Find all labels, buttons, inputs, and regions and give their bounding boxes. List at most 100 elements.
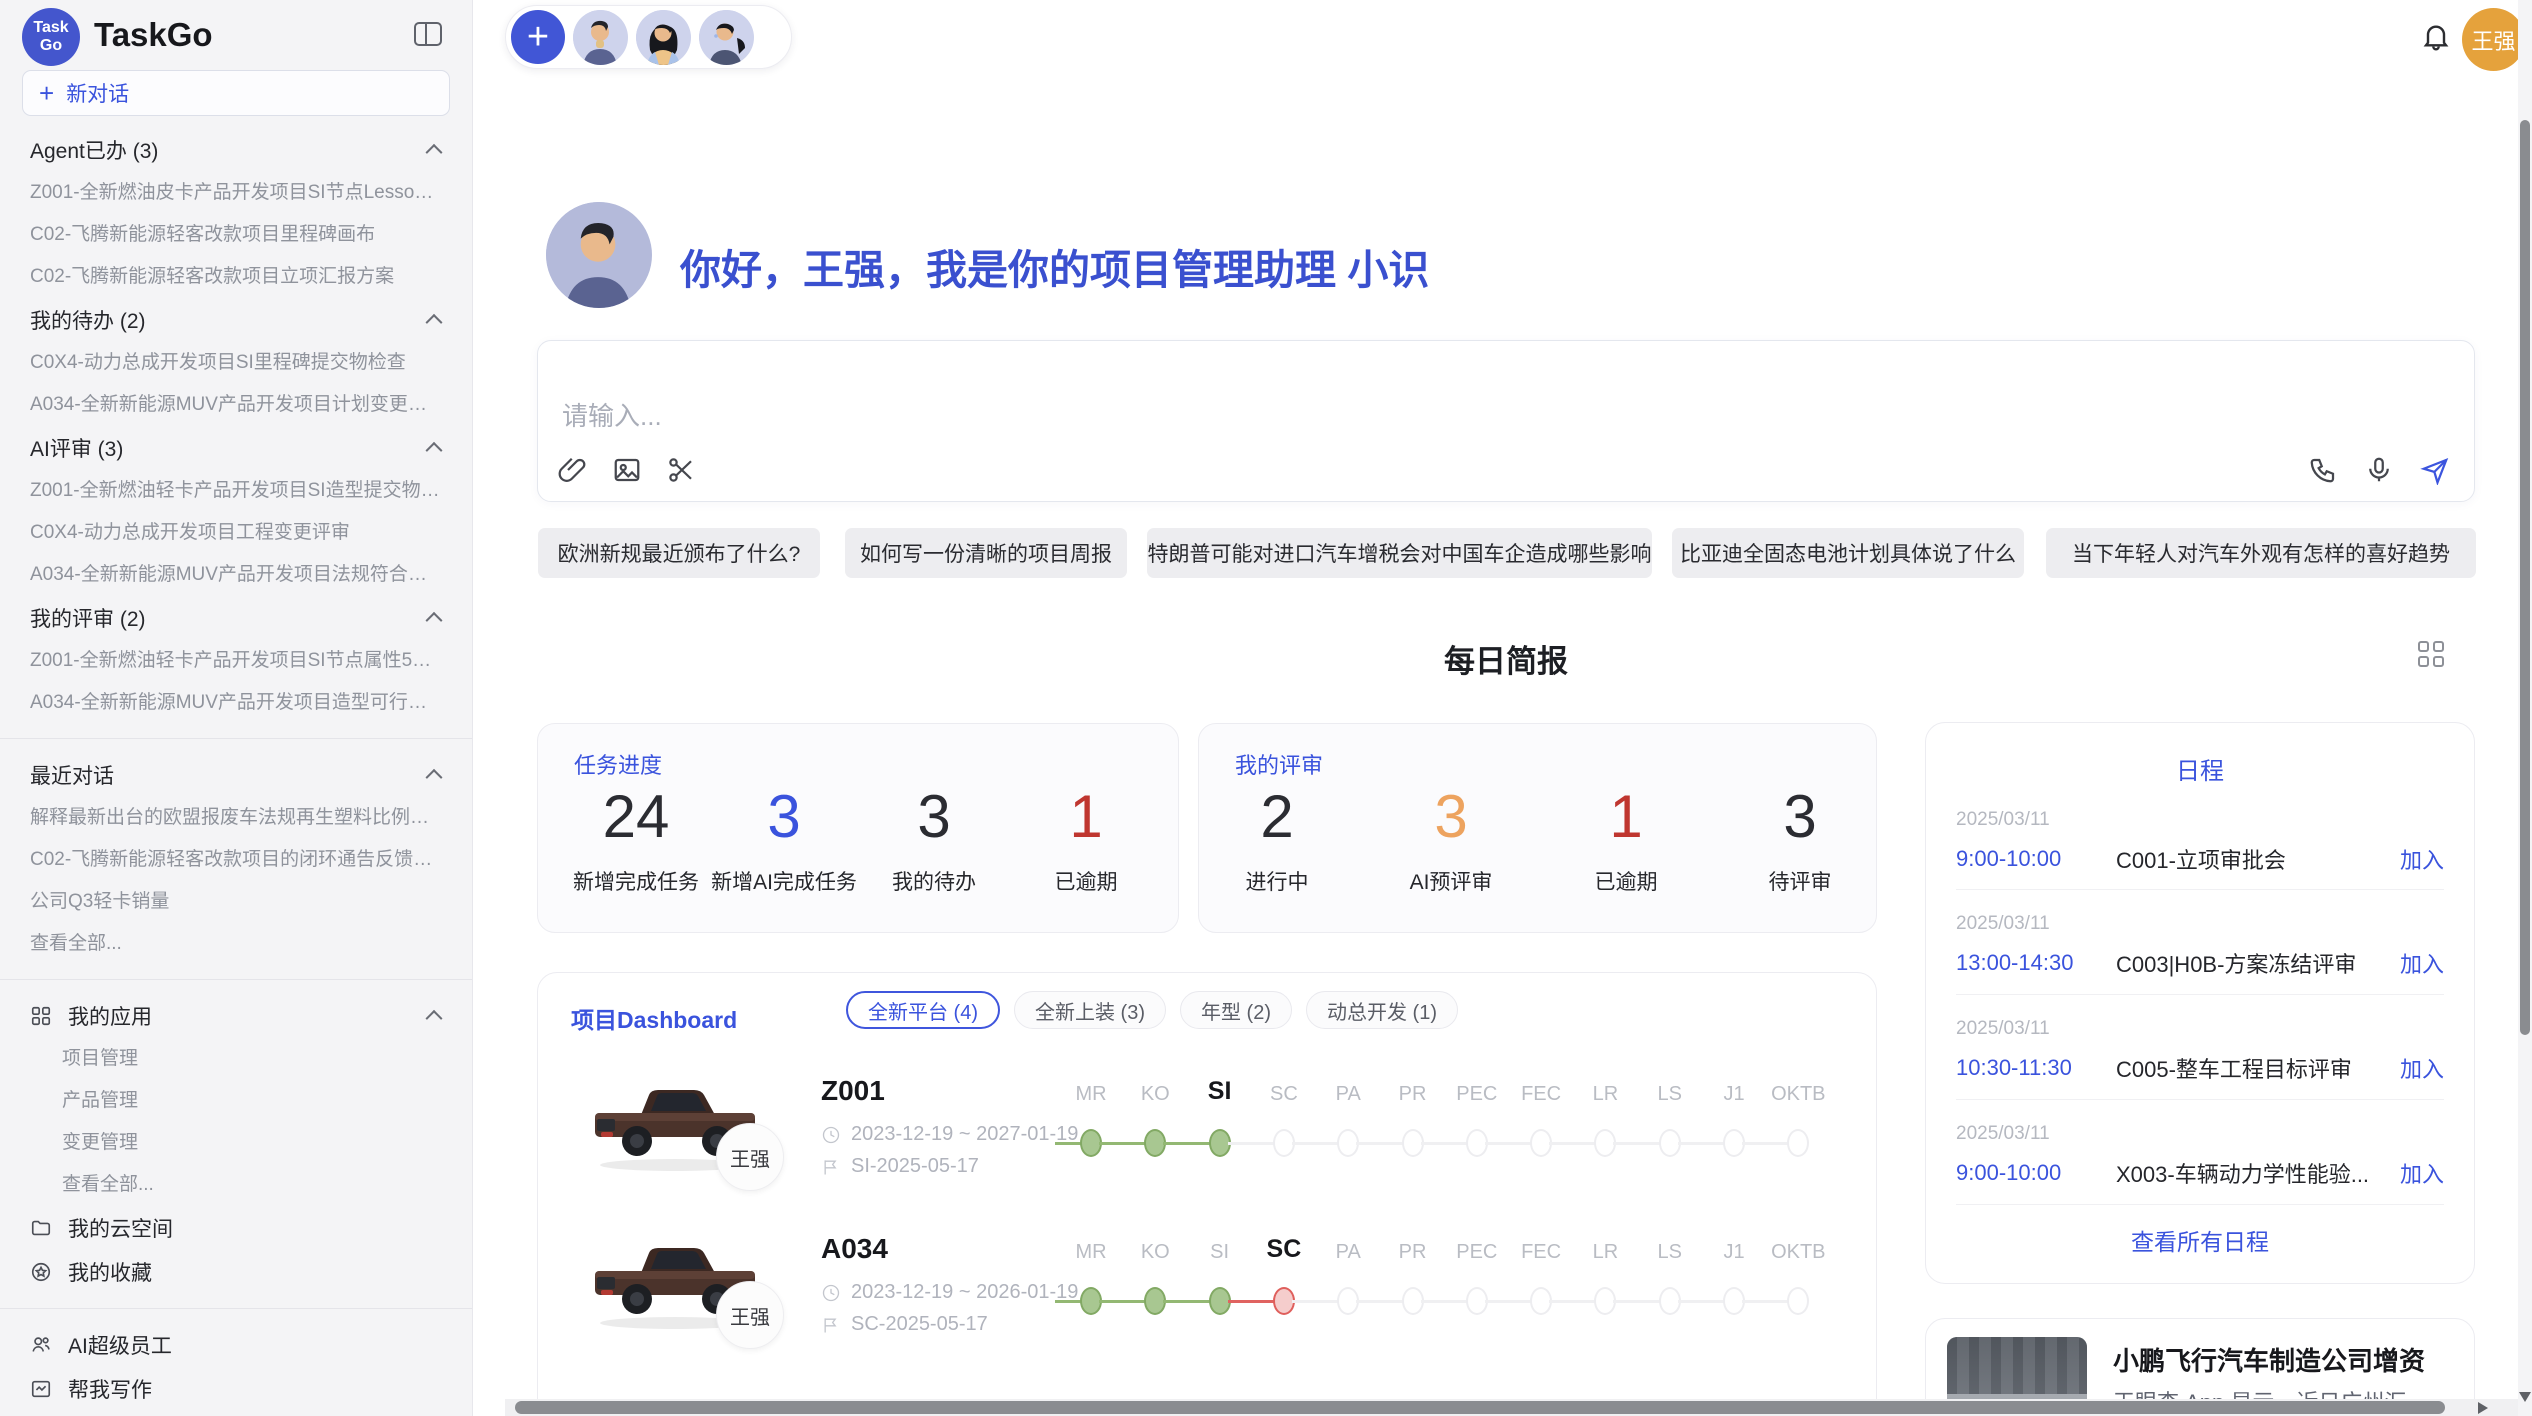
milestone-connector: [1613, 1142, 1661, 1145]
layout-grid-icon[interactable]: [2418, 641, 2444, 667]
section-my-todo[interactable]: 我的待办 (2): [0, 298, 472, 342]
paperclip-icon[interactable]: [558, 455, 588, 485]
list-item[interactable]: C0X4-动力总成开发项目SI里程碑提交物检查: [0, 342, 472, 384]
tab-powertrain[interactable]: 动总开发 (1): [1306, 991, 1458, 1029]
chevron-up-icon[interactable]: [426, 1010, 443, 1027]
flag-icon: [821, 1315, 841, 1335]
avatar[interactable]: [636, 10, 691, 65]
milestone-connector: [1485, 1300, 1533, 1303]
dashboard-title: 项目Dashboard: [571, 1001, 737, 1035]
chevron-up-icon[interactable]: [426, 612, 443, 629]
logo-text-top: Task: [33, 19, 68, 37]
scissors-icon[interactable]: [666, 455, 696, 485]
send-icon[interactable]: [2420, 455, 2450, 485]
suggestion-chip[interactable]: 特朗普可能对进口汽车增税会对中国车企造成哪些影响: [1147, 528, 1652, 578]
list-item[interactable]: Z001-全新燃油轻卡产品开发项目SI节点属性5D文件评审: [0, 640, 472, 682]
suggestion-chip[interactable]: 当下年轻人对汽车外观有怎样的喜好趋势: [2046, 528, 2476, 578]
project-flag-date: SC-2025-05-17: [821, 1313, 988, 1336]
milestone-connector: [1742, 1300, 1790, 1303]
list-item[interactable]: Z001-全新燃油皮卡产品开发项目SI节点Lesson Learn报告: [0, 172, 472, 214]
view-all-chats[interactable]: 查看全部...: [0, 923, 472, 965]
sidebar-item-ai-employees[interactable]: AI超级员工: [0, 1323, 472, 1367]
user-avatar[interactable]: 王强: [2462, 8, 2525, 71]
project-dates: 2023-12-19 ~ 2027-01-19: [821, 1123, 1078, 1146]
suggestion-chip[interactable]: 欧洲新规最近颁布了什么?: [538, 528, 820, 578]
add-session-button[interactable]: +: [511, 10, 565, 64]
app-title: TaskGo: [94, 16, 213, 54]
list-item[interactable]: C0X4-动力总成开发项目工程变更评审: [0, 512, 472, 554]
list-item[interactable]: C02-飞腾新能源轻客改款项目的闭环通告反馈情况: [0, 839, 472, 881]
horizontal-scrollbar-thumb[interactable]: [515, 1401, 2445, 1414]
section-my-apps[interactable]: 我的应用: [0, 994, 472, 1038]
new-chat-button[interactable]: + 新对话: [22, 70, 450, 116]
list-item[interactable]: 解释最新出台的欧盟报废车法规再生塑料比例被调至15%...: [0, 797, 472, 839]
plus-icon: +: [39, 83, 54, 104]
view-all-schedule-link[interactable]: 查看所有日程: [1926, 1223, 2474, 1257]
project-code[interactable]: Z001: [821, 1075, 885, 1107]
section-recent-chats[interactable]: 最近对话: [0, 753, 472, 797]
image-icon[interactable]: [612, 455, 642, 485]
milestone-connector: [1292, 1300, 1340, 1303]
assistant-avatar: [546, 202, 652, 308]
project-dates: 2023-12-19 ~ 2026-01-19: [821, 1281, 1078, 1304]
microphone-icon[interactable]: [2364, 455, 2394, 485]
join-button[interactable]: 加入: [2400, 843, 2444, 875]
app-item-product-mgmt[interactable]: 产品管理: [0, 1080, 472, 1122]
sidebar-item-favorites[interactable]: 我的收藏: [0, 1250, 472, 1294]
chevron-up-icon[interactable]: [426, 314, 443, 331]
project-dashboard-card: 项目Dashboard 全新平台 (4) 全新上装 (3) 年型 (2) 动总开…: [537, 972, 1877, 1416]
app-item-project-mgmt[interactable]: 项目管理: [0, 1038, 472, 1080]
clock-icon: [821, 1283, 841, 1303]
list-item[interactable]: A034-全新新能源MUV产品开发项目造型可行性评审: [0, 682, 472, 724]
join-button[interactable]: 加入: [2400, 1157, 2444, 1189]
chat-composer[interactable]: 请输入...: [537, 340, 2475, 502]
vertical-scrollbar-thumb[interactable]: [2520, 120, 2530, 1035]
phone-icon[interactable]: [2308, 455, 2338, 485]
sidebar-item-help-writing[interactable]: 帮我写作: [0, 1367, 472, 1411]
avatar[interactable]: [573, 10, 628, 65]
notification-bell-icon[interactable]: [2420, 20, 2452, 52]
collapse-sidebar-icon[interactable]: [414, 22, 442, 46]
project-code[interactable]: A034: [821, 1233, 888, 1265]
list-item[interactable]: Z001-全新燃油轻卡产品开发项目SI造型提交物评审: [0, 470, 472, 512]
chevron-up-icon[interactable]: [426, 769, 443, 786]
list-item[interactable]: C02-飞腾新能源轻客改款项目立项汇报方案: [0, 256, 472, 298]
milestone-connector: [1099, 1300, 1147, 1303]
composer-placeholder: 请输入...: [562, 396, 662, 433]
section-agent-done[interactable]: Agent已办 (3): [0, 128, 472, 172]
suggestion-chip[interactable]: 比亚迪全固态电池计划具体说了什么: [1672, 528, 2024, 578]
join-button[interactable]: 加入: [2400, 1052, 2444, 1084]
apps-grid-icon: [30, 1005, 52, 1027]
dashboard-tabs: 全新平台 (4) 全新上装 (3) 年型 (2) 动总开发 (1): [846, 991, 1458, 1029]
section-ai-review[interactable]: AI评审 (3): [0, 426, 472, 470]
chevron-up-icon[interactable]: [426, 144, 443, 161]
divider: [0, 738, 472, 739]
tab-model-year[interactable]: 年型 (2): [1180, 991, 1292, 1029]
sidebar-item-cloud-space[interactable]: 我的云空间: [0, 1206, 472, 1250]
composer-attachments: [558, 455, 696, 485]
app-logo: Task Go: [22, 8, 80, 66]
list-item[interactable]: A034-全新新能源MUV产品开发项目法规符合性评审: [0, 554, 472, 596]
schedule-item: 2025/03/11 10:30-11:30 C005-整车工程目标评审 加入: [1956, 1018, 2444, 1084]
app-item-change-mgmt[interactable]: 变更管理: [0, 1122, 472, 1164]
avatar[interactable]: [699, 10, 754, 65]
task-progress-card: 任务进度 24新增完成任务 3新增AI完成任务 3我的待办 1已逾期: [537, 723, 1179, 933]
suggestion-chip[interactable]: 如何写一份清晰的项目周报: [845, 528, 1127, 578]
scroll-right-arrow[interactable]: [2478, 1402, 2488, 1414]
new-chat-label: 新对话: [66, 78, 129, 108]
clock-icon: [821, 1125, 841, 1145]
list-item[interactable]: C02-飞腾新能源轻客改款项目里程碑画布: [0, 214, 472, 256]
sidebar-item-creative-drawing[interactable]: 创意制图: [0, 1411, 472, 1416]
tab-new-platform[interactable]: 全新平台 (4): [846, 991, 1000, 1029]
view-all-apps[interactable]: 查看全部...: [0, 1164, 472, 1206]
list-item[interactable]: 公司Q3轻卡销量: [0, 881, 472, 923]
metric: 1已逾期: [1531, 784, 1721, 896]
news-title[interactable]: 小鹏飞行汽车制造公司增资: [2113, 1341, 2425, 1378]
list-item[interactable]: A034-全新新能源MUV产品开发项目计划变更表编写: [0, 384, 472, 426]
card-title: 任务进度: [574, 748, 662, 780]
tab-new-body[interactable]: 全新上装 (3): [1014, 991, 1166, 1029]
join-button[interactable]: 加入: [2400, 947, 2444, 979]
chevron-up-icon[interactable]: [426, 442, 443, 459]
scroll-down-arrow[interactable]: [2519, 1392, 2531, 1402]
section-my-review[interactable]: 我的评审 (2): [0, 596, 472, 640]
